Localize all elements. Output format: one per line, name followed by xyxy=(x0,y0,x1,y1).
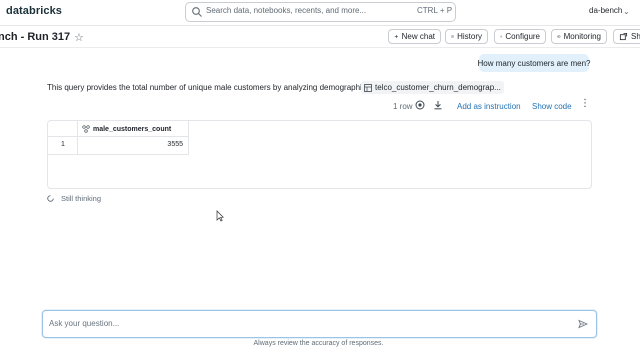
history-icon xyxy=(451,35,454,38)
add-as-instruction-link[interactable]: Add as instruction xyxy=(457,102,521,111)
disclaimer: Always review the accuracy of responses. xyxy=(253,340,384,347)
ask-question-box xyxy=(42,310,597,338)
configure-label: Configure xyxy=(505,32,540,41)
show-code-link[interactable]: Show code xyxy=(532,102,572,111)
search-shortcut: CTRL + P xyxy=(417,6,453,15)
index-column xyxy=(48,121,78,155)
ask-question-input[interactable] xyxy=(49,317,549,330)
row-divider-line xyxy=(48,154,188,155)
plus-icon xyxy=(394,34,398,39)
brand-logo[interactable]: databricks xyxy=(6,5,62,17)
monitoring-icon xyxy=(557,35,561,38)
share-button[interactable]: Sha xyxy=(613,29,640,44)
code-run-icon[interactable] xyxy=(415,100,425,110)
header-divider xyxy=(0,47,640,48)
new-chat-button[interactable]: New chat xyxy=(388,29,441,44)
configure-button[interactable]: Configure xyxy=(494,29,546,44)
search-icon xyxy=(192,7,202,17)
share-label: Sha xyxy=(631,32,640,41)
thinking-status: Still thinking xyxy=(61,194,102,203)
download-icon[interactable] xyxy=(433,100,443,110)
user-message: How many customers are men? xyxy=(478,54,590,72)
table-reference-label: telco_customer_churn_demograp... xyxy=(375,83,501,92)
new-chat-label: New chat xyxy=(401,32,435,41)
send-icon[interactable] xyxy=(578,319,588,329)
row-index: 1 xyxy=(61,141,65,148)
column-header[interactable]: male_customers_count xyxy=(82,125,171,133)
cursor-icon xyxy=(216,210,224,222)
column-header-label: male_customers_count xyxy=(93,125,172,133)
monitoring-button[interactable]: Monitoring xyxy=(551,29,607,44)
table-cell: 3555 xyxy=(167,141,183,148)
workspace-switcher[interactable]: da-bench xyxy=(589,6,622,15)
gear-icon xyxy=(500,35,503,38)
history-label: History xyxy=(457,32,482,41)
chevron-down-icon[interactable]: ⌄ xyxy=(623,7,630,16)
search-placeholder: Search data, notebooks, recents, and mor… xyxy=(206,6,367,15)
spinner-icon xyxy=(47,195,54,202)
share-icon xyxy=(619,32,628,41)
monitoring-label: Monitoring xyxy=(563,32,601,41)
table-icon xyxy=(364,83,372,92)
star-icon[interactable]: ☆ xyxy=(74,31,84,44)
table-reference-chip[interactable]: telco_customer_churn_demograp... xyxy=(361,81,504,94)
result-table: male_customers_count 1 3555 xyxy=(47,120,592,189)
column-type-icon xyxy=(82,125,90,133)
kebab-icon[interactable]: ⋮ xyxy=(580,99,590,109)
row-count: 1 row xyxy=(393,102,413,111)
page-title: nch - Run 317 xyxy=(0,31,71,43)
header-divider-line xyxy=(48,136,188,137)
history-button[interactable]: History xyxy=(445,29,488,44)
assistant-answer: This query provides the total number of … xyxy=(47,83,386,92)
global-search[interactable]: Search data, notebooks, recents, and mor… xyxy=(185,2,456,22)
